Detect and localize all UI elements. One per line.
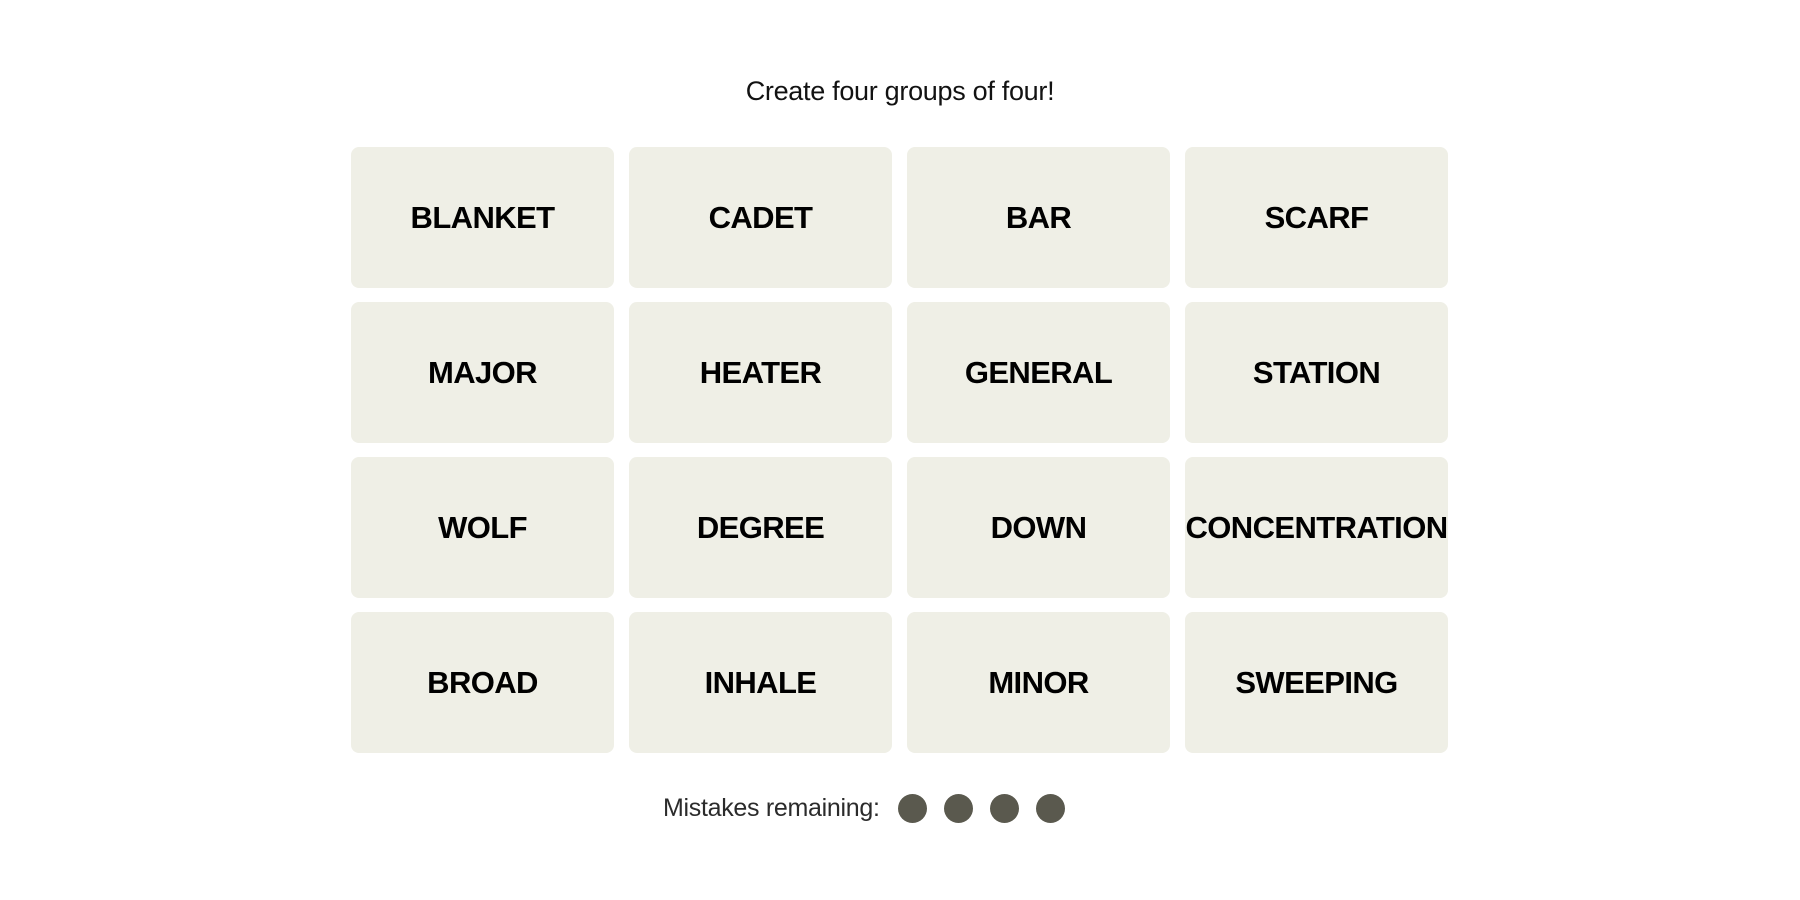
word-tile[interactable]: SWEEPING	[1185, 612, 1448, 753]
instructions-text: Create four groups of four!	[745, 76, 1055, 106]
word-grid: BLANKET CADET BAR SCARF MAJOR HEATER GEN…	[351, 147, 1449, 753]
word-tile-label: MINOR	[988, 664, 1089, 700]
word-tile[interactable]: SCARF	[1185, 147, 1448, 288]
word-tile[interactable]: DEGREE	[629, 457, 892, 598]
word-tile-label: BLANKET	[410, 199, 556, 235]
word-tile-label: GENERAL	[964, 354, 1113, 390]
mistakes-remaining: Mistakes remaining:	[663, 790, 1065, 826]
word-tile[interactable]: MAJOR	[351, 302, 614, 443]
word-tile-label: INHALE	[704, 664, 817, 700]
word-tile[interactable]: MINOR	[907, 612, 1170, 753]
word-tile-label: SCARF	[1264, 199, 1369, 235]
mistake-dot-icon	[989, 793, 1019, 823]
mistake-dots	[897, 793, 1065, 823]
word-tile[interactable]: STATION	[1185, 302, 1448, 443]
word-tile-label: HEATER	[699, 354, 822, 390]
word-tile[interactable]: CADET	[629, 147, 892, 288]
word-tile-label: MAJOR	[428, 354, 538, 390]
mistake-dot-icon	[1035, 793, 1065, 823]
word-tile-label: CADET	[708, 199, 813, 235]
word-tile-label: BROAD	[427, 664, 538, 700]
word-tile[interactable]: HEATER	[629, 302, 892, 443]
word-tile[interactable]: DOWN	[907, 457, 1170, 598]
word-tile-label: DOWN	[990, 509, 1087, 545]
word-tile-label: DEGREE	[696, 509, 825, 545]
word-tile[interactable]: CONCENTRATION	[1185, 457, 1448, 598]
mistake-dot-icon	[897, 793, 927, 823]
word-tile-label: CONCENTRATION	[1185, 509, 1449, 545]
word-tile[interactable]: GENERAL	[907, 302, 1170, 443]
word-tile-label: WOLF	[438, 509, 527, 545]
mistake-dot-icon	[943, 793, 973, 823]
mistakes-label: Mistakes remaining:	[663, 793, 880, 822]
word-tile[interactable]: INHALE	[629, 612, 892, 753]
word-tile[interactable]: BAR	[907, 147, 1170, 288]
word-tile[interactable]: WOLF	[351, 457, 614, 598]
word-tile-label: SWEEPING	[1235, 664, 1398, 700]
word-tile-label: BAR	[1005, 199, 1072, 235]
word-tile[interactable]: BROAD	[351, 612, 614, 753]
word-tile-label: STATION	[1252, 354, 1381, 390]
word-tile[interactable]: BLANKET	[351, 147, 614, 288]
